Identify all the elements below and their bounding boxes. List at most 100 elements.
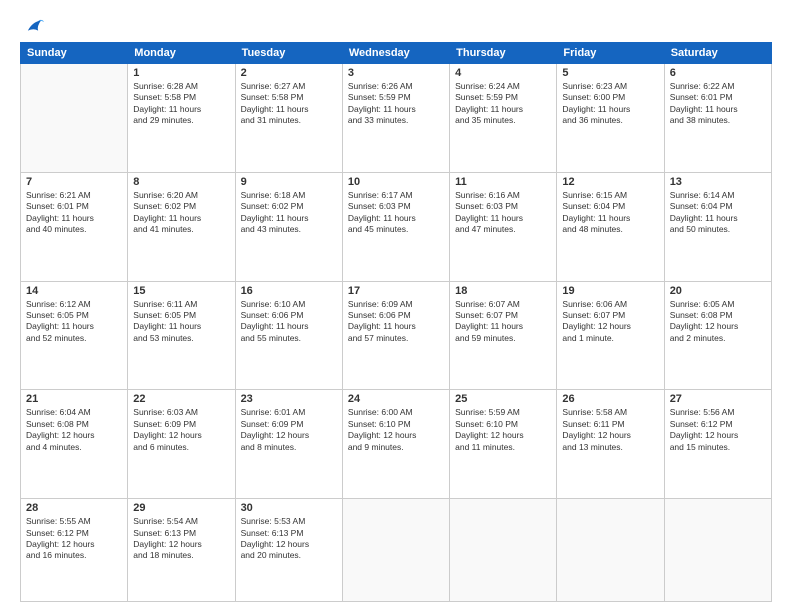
calendar-cell (21, 64, 128, 173)
cell-info: Sunrise: 6:18 AMSunset: 6:02 PMDaylight:… (241, 190, 337, 236)
calendar-cell: 15 Sunrise: 6:11 AMSunset: 6:05 PMDayligh… (128, 281, 235, 390)
day-number: 10 (348, 176, 444, 188)
calendar-cell: 10Sunrise: 6:17 AMSunset: 6:03 PMDayligh… (342, 172, 449, 281)
day-number: 3 (348, 67, 444, 79)
day-number: 30 (241, 502, 337, 514)
calendar-cell: 28 Sunrise: 5:55 AMSunset: 6:12 PMDayligh… (21, 499, 128, 602)
day-number: 8 (133, 176, 229, 188)
day-number: 2 (241, 67, 337, 79)
weekday-header-thursday: Thursday (450, 43, 557, 64)
week-row-1: 1Sunrise: 6:28 AMSunset: 5:58 PMDaylight… (21, 64, 772, 173)
calendar-cell: 14 Sunrise: 6:12 AMSunset: 6:05 PMDayligh… (21, 281, 128, 390)
cell-info: Sunrise: 6:06 AMSunset: 6:07 PMDaylight:… (562, 299, 658, 345)
cell-info: Sunrise: 6:23 AMSunset: 6:00 PMDaylight:… (562, 81, 658, 127)
cell-info: Sunrise: 6:21 AMSunset: 6:01 PMDaylight:… (26, 190, 122, 236)
calendar-cell: 1Sunrise: 6:28 AMSunset: 5:58 PMDaylight… (128, 64, 235, 173)
week-row-5: 28 Sunrise: 5:55 AMSunset: 6:12 PMDayligh… (21, 499, 772, 602)
weekday-header-saturday: Saturday (664, 43, 771, 64)
cell-info: Sunrise: 6:03 AMSunset: 6:09 PMDaylight:… (133, 407, 229, 453)
cell-info: Sunrise: 5:58 AMSunset: 6:11 PMDaylight:… (562, 407, 658, 453)
day-number: 25 (455, 393, 551, 405)
calendar-cell: 25 Sunrise: 5:59 AMSunset: 6:10 PMDayligh… (450, 390, 557, 499)
day-number: 12 (562, 176, 658, 188)
weekday-header-sunday: Sunday (21, 43, 128, 64)
day-number: 17 (348, 285, 444, 297)
calendar-cell: 7Sunrise: 6:21 AMSunset: 6:01 PMDaylight… (21, 172, 128, 281)
calendar-cell (450, 499, 557, 602)
week-row-3: 14 Sunrise: 6:12 AMSunset: 6:05 PMDayligh… (21, 281, 772, 390)
day-number: 20 (670, 285, 766, 297)
weekday-header-friday: Friday (557, 43, 664, 64)
day-number: 14 (26, 285, 122, 297)
calendar-cell: 17 Sunrise: 6:09 AMSunset: 6:06 PMDayligh… (342, 281, 449, 390)
cell-info: Sunrise: 6:22 AMSunset: 6:01 PMDaylight:… (670, 81, 766, 127)
day-number: 28 (26, 502, 122, 514)
calendar-cell: 23Sunrise: 6:01 AMSunset: 6:09 PMDayligh… (235, 390, 342, 499)
cell-info: Sunrise: 5:56 AMSunset: 6:12 PMDaylight:… (670, 407, 766, 453)
cell-info: Sunrise: 6:27 AMSunset: 5:58 PMDaylight:… (241, 81, 337, 127)
calendar-cell (557, 499, 664, 602)
day-number: 4 (455, 67, 551, 79)
day-number: 22 (133, 393, 229, 405)
week-row-4: 21 Sunrise: 6:04 AMSunset: 6:08 PMDayligh… (21, 390, 772, 499)
logo-bird-icon (22, 16, 44, 38)
calendar-cell: 5 Sunrise: 6:23 AMSunset: 6:00 PMDaylight… (557, 64, 664, 173)
cell-info: Sunrise: 6:11 AMSunset: 6:05 PMDaylight:… (133, 299, 229, 345)
day-number: 18 (455, 285, 551, 297)
calendar-cell: 29 Sunrise: 5:54 AMSunset: 6:13 PMDayligh… (128, 499, 235, 602)
calendar-cell: 22 Sunrise: 6:03 AMSunset: 6:09 PMDayligh… (128, 390, 235, 499)
day-number: 21 (26, 393, 122, 405)
cell-info: Sunrise: 6:26 AMSunset: 5:59 PMDaylight:… (348, 81, 444, 127)
calendar-cell: 8 Sunrise: 6:20 AMSunset: 6:02 PMDaylight… (128, 172, 235, 281)
calendar-cell (664, 499, 771, 602)
cell-info: Sunrise: 6:15 AMSunset: 6:04 PMDaylight:… (562, 190, 658, 236)
cell-info: Sunrise: 6:28 AMSunset: 5:58 PMDaylight:… (133, 81, 229, 127)
calendar-cell: 11 Sunrise: 6:16 AMSunset: 6:03 PMDayligh… (450, 172, 557, 281)
cell-info: Sunrise: 5:54 AMSunset: 6:13 PMDaylight:… (133, 516, 229, 562)
calendar-cell: 27 Sunrise: 5:56 AMSunset: 6:12 PMDayligh… (664, 390, 771, 499)
calendar-cell: 4 Sunrise: 6:24 AMSunset: 5:59 PMDaylight… (450, 64, 557, 173)
calendar-cell: 20 Sunrise: 6:05 AMSunset: 6:08 PMDayligh… (664, 281, 771, 390)
day-number: 11 (455, 176, 551, 188)
calendar-table: SundayMondayTuesdayWednesdayThursdayFrid… (20, 42, 772, 602)
cell-info: Sunrise: 6:05 AMSunset: 6:08 PMDaylight:… (670, 299, 766, 345)
calendar-cell (342, 499, 449, 602)
cell-info: Sunrise: 6:00 AMSunset: 6:10 PMDaylight:… (348, 407, 444, 453)
calendar-cell: 18Sunrise: 6:07 AMSunset: 6:07 PMDayligh… (450, 281, 557, 390)
weekday-header-row: SundayMondayTuesdayWednesdayThursdayFrid… (21, 43, 772, 64)
cell-info: Sunrise: 5:53 AMSunset: 6:13 PMDaylight:… (241, 516, 337, 562)
day-number: 24 (348, 393, 444, 405)
calendar-cell: 6 Sunrise: 6:22 AMSunset: 6:01 PMDaylight… (664, 64, 771, 173)
weekday-header-monday: Monday (128, 43, 235, 64)
cell-info: Sunrise: 6:09 AMSunset: 6:06 PMDaylight:… (348, 299, 444, 345)
logo (20, 16, 44, 38)
day-number: 5 (562, 67, 658, 79)
cell-info: Sunrise: 6:10 AMSunset: 6:06 PMDaylight:… (241, 299, 337, 345)
cell-info: Sunrise: 6:04 AMSunset: 6:08 PMDaylight:… (26, 407, 122, 453)
cell-info: Sunrise: 5:59 AMSunset: 6:10 PMDaylight:… (455, 407, 551, 453)
calendar-cell: 16 Sunrise: 6:10 AMSunset: 6:06 PMDayligh… (235, 281, 342, 390)
cell-info: Sunrise: 5:55 AMSunset: 6:12 PMDaylight:… (26, 516, 122, 562)
cell-info: Sunrise: 6:24 AMSunset: 5:59 PMDaylight:… (455, 81, 551, 127)
day-number: 15 (133, 285, 229, 297)
day-number: 13 (670, 176, 766, 188)
calendar-cell: 9 Sunrise: 6:18 AMSunset: 6:02 PMDaylight… (235, 172, 342, 281)
day-number: 16 (241, 285, 337, 297)
day-number: 29 (133, 502, 229, 514)
day-number: 23 (241, 393, 337, 405)
cell-info: Sunrise: 6:16 AMSunset: 6:03 PMDaylight:… (455, 190, 551, 236)
day-number: 9 (241, 176, 337, 188)
calendar-page: SundayMondayTuesdayWednesdayThursdayFrid… (0, 0, 792, 612)
calendar-cell: 26 Sunrise: 5:58 AMSunset: 6:11 PMDayligh… (557, 390, 664, 499)
calendar-cell: 2 Sunrise: 6:27 AMSunset: 5:58 PMDaylight… (235, 64, 342, 173)
calendar-cell: 19 Sunrise: 6:06 AMSunset: 6:07 PMDayligh… (557, 281, 664, 390)
calendar-cell: 3 Sunrise: 6:26 AMSunset: 5:59 PMDaylight… (342, 64, 449, 173)
cell-info: Sunrise: 6:20 AMSunset: 6:02 PMDaylight:… (133, 190, 229, 236)
day-number: 26 (562, 393, 658, 405)
day-number: 6 (670, 67, 766, 79)
day-number: 19 (562, 285, 658, 297)
day-number: 27 (670, 393, 766, 405)
week-row-2: 7Sunrise: 6:21 AMSunset: 6:01 PMDaylight… (21, 172, 772, 281)
cell-info: Sunrise: 6:12 AMSunset: 6:05 PMDaylight:… (26, 299, 122, 345)
cell-info: Sunrise: 6:14 AMSunset: 6:04 PMDaylight:… (670, 190, 766, 236)
